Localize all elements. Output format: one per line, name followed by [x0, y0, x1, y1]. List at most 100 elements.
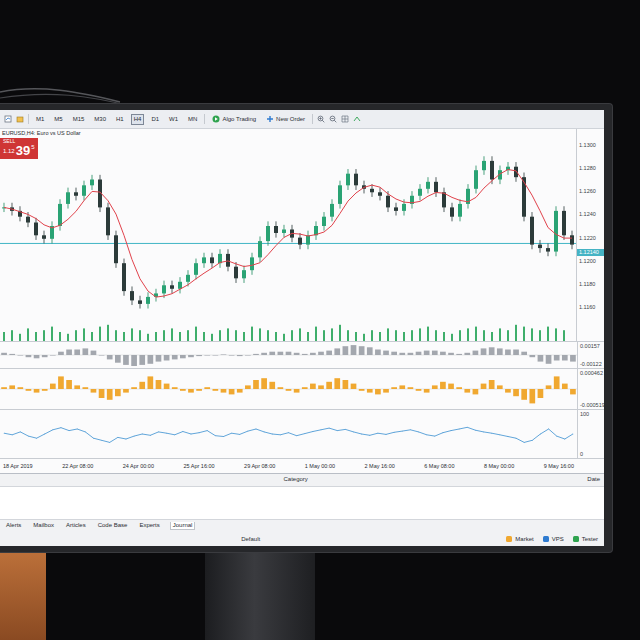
sell-button[interactable]: SELL1.12395	[0, 138, 38, 159]
volume-bar	[491, 332, 493, 341]
timeframe-button[interactable]: M30	[91, 114, 109, 125]
axis-tick: 0.00157	[580, 343, 603, 349]
timeframe-button[interactable]: M1	[33, 114, 47, 125]
macd-bar	[294, 353, 300, 355]
separator	[312, 114, 313, 124]
timeframe-button[interactable]: M5	[51, 114, 65, 125]
volume-bar	[235, 330, 237, 341]
macd-bar	[546, 355, 552, 364]
volume-bar	[19, 334, 21, 341]
macd-bar	[139, 355, 145, 365]
timeframe-button[interactable]: W1	[166, 114, 181, 125]
toolbox-list	[0, 487, 604, 519]
line-indicator-chart[interactable]	[0, 410, 577, 458]
volume-bar	[91, 332, 93, 341]
candle	[538, 240, 542, 253]
timeframe-button[interactable]: M15	[70, 114, 88, 125]
price-big: 39	[16, 144, 30, 157]
volume-bar	[395, 330, 397, 341]
volume-bar	[99, 327, 101, 341]
timeframe-button[interactable]: H4	[131, 114, 145, 125]
axis-tick: 0.000462	[580, 370, 603, 376]
oscillator-bar	[351, 384, 357, 389]
oscillator-bar	[82, 387, 88, 389]
zoom-out-icon[interactable]	[329, 115, 337, 123]
toolbox-tab[interactable]: Alerts	[4, 522, 23, 530]
button-label: Algo Trading	[222, 116, 256, 123]
autoscroll-icon[interactable]	[353, 115, 361, 123]
volume-bar	[427, 327, 429, 341]
oscillator-bar	[278, 387, 284, 389]
column-header[interactable]: Date	[587, 476, 600, 484]
candle	[314, 221, 318, 240]
volume-bar	[523, 327, 525, 341]
grid-icon[interactable]	[341, 115, 349, 123]
candle	[298, 233, 302, 249]
volume-bar	[227, 328, 229, 341]
candle	[482, 156, 486, 175]
algo-trading-button[interactable]: Algo Trading	[209, 114, 259, 124]
zoom-in-icon[interactable]	[317, 115, 325, 123]
macd-bar	[66, 350, 72, 356]
new-order-button[interactable]: New Order	[263, 114, 308, 124]
status-label: VPS	[552, 536, 564, 542]
macd-chart[interactable]	[0, 342, 577, 368]
new-chart-icon[interactable]	[4, 115, 12, 123]
timeframe-button[interactable]: D1	[148, 114, 162, 125]
volume-bar	[107, 325, 109, 341]
line-indicator-axis: 1000	[577, 410, 604, 458]
macd-bar	[383, 351, 389, 355]
volume-bar	[323, 330, 325, 341]
monitor-stand	[205, 552, 315, 640]
oscillator-bar	[383, 389, 389, 393]
volume-bar	[83, 328, 85, 341]
macd-bar	[180, 355, 186, 358]
column-header[interactable]: Category	[4, 476, 587, 484]
oscillator-bar	[188, 389, 194, 393]
oscillator-bar	[237, 389, 243, 393]
status-item[interactable]: Market	[505, 535, 533, 543]
candle	[370, 184, 374, 197]
candle	[66, 188, 70, 209]
timeframe-button[interactable]: H1	[113, 114, 127, 125]
macd-bar	[521, 352, 527, 355]
oscillator-bar	[156, 380, 162, 389]
macd-bar	[432, 351, 438, 355]
candle	[34, 218, 38, 240]
macd-bar	[82, 348, 88, 355]
macd-bar	[229, 355, 235, 357]
macd-bar	[221, 354, 227, 356]
oscillator-plot	[0, 369, 577, 409]
volume-bar	[187, 330, 189, 341]
oscillator-chart[interactable]	[0, 369, 577, 409]
candle	[202, 253, 206, 268]
oscillator-bar	[310, 384, 316, 389]
volume-bar	[443, 332, 445, 341]
oscillator-bar	[148, 376, 154, 389]
oscillator-bar	[318, 385, 324, 389]
oscillator-bar	[123, 389, 129, 393]
candle	[330, 199, 334, 221]
time-tick: 6 May 08:00	[424, 463, 454, 469]
oscillator-bar	[107, 389, 113, 400]
status-item[interactable]: VPS	[542, 535, 564, 543]
toolbox-tab[interactable]: Code Base	[96, 522, 130, 530]
profiles-icon[interactable]	[16, 115, 24, 123]
toolbox-tab[interactable]: Experts	[137, 522, 161, 530]
macd-bar	[473, 351, 479, 355]
toolbox-tab[interactable]: Mailbox	[31, 522, 56, 530]
volume-bar	[75, 330, 77, 341]
price-chart[interactable]: EURUSD,H4: Euro vs US DollarSELL1.12395	[0, 129, 576, 341]
price-tick: 1.1220	[579, 235, 596, 241]
macd-bar	[464, 353, 470, 355]
candle	[266, 221, 270, 245]
play-icon	[212, 115, 220, 123]
horizontal-line[interactable]	[0, 243, 576, 244]
volume-bar	[123, 332, 125, 341]
toolbox-tab[interactable]: Articles	[64, 522, 88, 530]
volume-bar	[451, 334, 453, 341]
toolbox-tab[interactable]: Journal	[170, 522, 196, 530]
status-item[interactable]: Tester	[572, 535, 598, 543]
oscillator-bar	[334, 378, 340, 389]
timeframe-button[interactable]: MN	[185, 114, 200, 125]
